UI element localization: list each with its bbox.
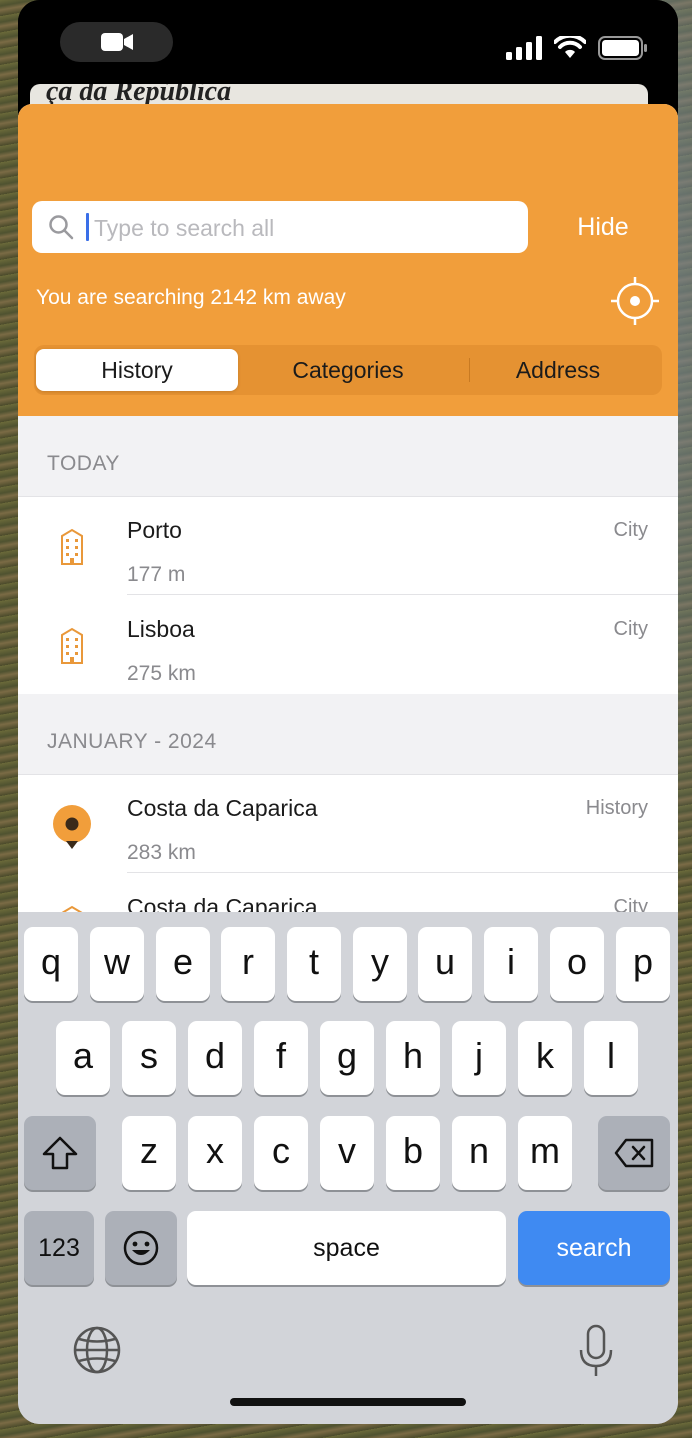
phone-screen: ça da República Hide You are searching 2…	[18, 0, 678, 1424]
list-item[interactable]: Costa da Caparica 283 km History	[18, 775, 678, 873]
crosshair-icon	[611, 277, 659, 325]
wifi-icon	[554, 36, 586, 58]
key-c[interactable]: c	[254, 1116, 308, 1190]
shift-key[interactable]	[24, 1116, 96, 1190]
key-v[interactable]: v	[320, 1116, 374, 1190]
video-camera-icon	[100, 33, 133, 51]
key-d[interactable]: d	[188, 1021, 242, 1095]
microphone-icon[interactable]	[576, 1324, 616, 1378]
key-e[interactable]: e	[156, 927, 210, 1001]
key-z[interactable]: z	[122, 1116, 176, 1190]
key-i[interactable]: i	[484, 927, 538, 1001]
delete-key[interactable]	[598, 1116, 670, 1190]
key-r[interactable]: r	[221, 927, 275, 1001]
search-header: Hide You are searching 2142 km away Hist…	[18, 104, 678, 416]
item-type: City	[613, 519, 648, 541]
locate-me-button[interactable]	[610, 276, 660, 326]
section-title: TODAY	[47, 452, 120, 475]
item-type: History	[585, 797, 648, 819]
item-distance: 283 km	[127, 841, 196, 864]
item-distance: 177 m	[127, 563, 186, 586]
status-bar	[18, 0, 678, 90]
row-separator	[127, 872, 678, 873]
key-f[interactable]: f	[254, 1021, 308, 1095]
shift-arrow-icon	[42, 1136, 78, 1170]
search-icon	[48, 214, 74, 245]
key-p[interactable]: p	[616, 927, 670, 1001]
key-k[interactable]: k	[518, 1021, 572, 1095]
emoji-key[interactable]	[105, 1211, 177, 1285]
row-separator	[127, 594, 678, 595]
item-type: City	[613, 618, 648, 640]
space-key[interactable]: space	[187, 1211, 506, 1285]
emoji-icon	[123, 1230, 159, 1266]
key-s[interactable]: s	[122, 1021, 176, 1095]
map-pin-icon	[52, 805, 92, 849]
building-icon	[52, 626, 92, 666]
text-cursor	[86, 213, 89, 241]
building-icon	[52, 527, 92, 567]
search-key[interactable]: search	[518, 1211, 670, 1285]
home-indicator[interactable]	[230, 1398, 466, 1406]
numbers-key[interactable]: 123	[24, 1211, 94, 1285]
key-o[interactable]: o	[550, 927, 604, 1001]
hide-button[interactable]: Hide	[558, 210, 648, 244]
key-q[interactable]: q	[24, 927, 78, 1001]
search-field[interactable]	[32, 201, 528, 255]
globe-icon[interactable]	[72, 1325, 122, 1375]
key-u[interactable]: u	[418, 927, 472, 1001]
key-l[interactable]: l	[584, 1021, 638, 1095]
list-item[interactable]: Lisboa 275 km City	[18, 596, 678, 694]
distance-notice: You are searching 2142 km away	[36, 286, 346, 309]
section-header-january-2024: JANUARY - 2024	[18, 694, 678, 775]
tab-address[interactable]: Address	[457, 349, 659, 391]
key-g[interactable]: g	[320, 1021, 374, 1095]
key-j[interactable]: j	[452, 1021, 506, 1095]
item-distance: 275 km	[127, 662, 196, 685]
section-header-today: TODAY	[18, 416, 678, 497]
item-title: Costa da Caparica	[127, 795, 318, 821]
tab-categories[interactable]: Categories	[247, 349, 449, 391]
key-h[interactable]: h	[386, 1021, 440, 1095]
key-w[interactable]: w	[90, 927, 144, 1001]
battery-icon	[598, 36, 647, 60]
key-n[interactable]: n	[452, 1116, 506, 1190]
list-item[interactable]: Porto 177 m City	[18, 497, 678, 595]
key-a[interactable]: a	[56, 1021, 110, 1095]
item-title: Lisboa	[127, 616, 195, 642]
section-title: JANUARY - 2024	[47, 730, 217, 753]
search-mode-tabs: History Categories Address	[34, 345, 662, 395]
item-title: Porto	[127, 517, 182, 543]
key-t[interactable]: t	[287, 927, 341, 1001]
search-input[interactable]	[92, 201, 516, 255]
onscreen-keyboard: q w e r t y u i o p a s d f g h j k l z …	[18, 912, 678, 1424]
key-m[interactable]: m	[518, 1116, 572, 1190]
backspace-icon	[614, 1138, 654, 1168]
key-y[interactable]: y	[353, 927, 407, 1001]
screen-recording-indicator[interactable]	[60, 22, 173, 62]
tab-history[interactable]: History	[36, 349, 238, 391]
key-x[interactable]: x	[188, 1116, 242, 1190]
key-b[interactable]: b	[386, 1116, 440, 1190]
cellular-signal-icon	[506, 36, 542, 60]
